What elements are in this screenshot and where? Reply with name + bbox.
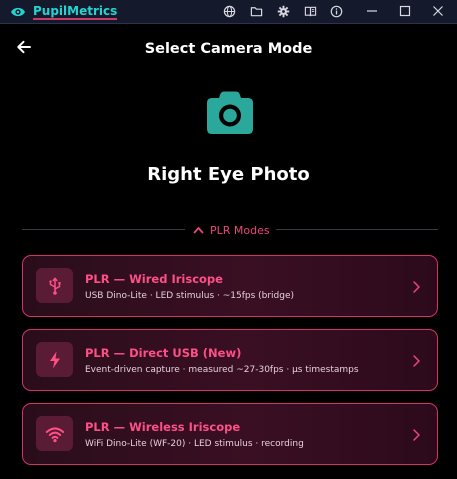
section-divider-right xyxy=(276,229,438,230)
card-icon-box xyxy=(36,416,73,451)
section-divider-left xyxy=(22,229,185,230)
section-toggle[interactable]: PLR Modes xyxy=(193,221,270,239)
mode-card-wired-iriscope[interactable]: PLR — Wired Iriscope USB Dino-Lite · LED… xyxy=(22,255,438,317)
app-name: PupilMetrics xyxy=(33,4,118,20)
title-bar: PupilMetrics xyxy=(0,0,457,24)
mode-subtitle: Event-driven capture · measured ~27-30fp… xyxy=(85,365,359,375)
chevron-right-icon xyxy=(413,429,420,441)
card-icon-box xyxy=(36,342,73,377)
mode-title: PLR — Direct USB (New) xyxy=(85,346,242,360)
usb-icon xyxy=(48,277,61,295)
chevron-right-icon xyxy=(413,281,420,293)
camera-icon xyxy=(207,91,253,134)
book-icon[interactable] xyxy=(304,5,317,18)
wifi-icon xyxy=(45,426,64,442)
mode-card-direct-usb[interactable]: PLR — Direct USB (New) Event-driven capt… xyxy=(22,329,438,391)
minimize-icon[interactable] xyxy=(365,4,379,18)
page-title: Select Camera Mode xyxy=(144,41,313,57)
globe-icon[interactable] xyxy=(223,5,236,18)
chevron-up-icon xyxy=(193,227,204,234)
lightning-icon xyxy=(49,351,60,368)
mode-subtitle: USB Dino-Lite · LED stimulus · ~15fps (b… xyxy=(85,291,295,301)
eye-icon xyxy=(11,7,25,17)
maximize-icon[interactable] xyxy=(398,4,412,18)
info-icon[interactable] xyxy=(330,5,343,18)
close-icon[interactable] xyxy=(431,4,445,18)
gear-icon[interactable] xyxy=(277,5,290,18)
mode-card-wireless-iriscope[interactable]: PLR — Wireless Iriscope WiFi Dino-Lite (… xyxy=(22,403,438,465)
chevron-right-icon xyxy=(413,355,420,367)
mode-title: PLR — Wired Iriscope xyxy=(85,272,223,286)
card-icon-box xyxy=(36,268,73,303)
folder-icon[interactable] xyxy=(250,5,263,18)
mode-title: PLR — Wireless Iriscope xyxy=(85,420,241,434)
mode-subtitle: WiFi Dino-Lite (WF-20) · LED stimulus · … xyxy=(85,439,304,449)
photo-title: Right Eye Photo xyxy=(147,164,310,185)
section-label: PLR Modes xyxy=(210,223,270,237)
